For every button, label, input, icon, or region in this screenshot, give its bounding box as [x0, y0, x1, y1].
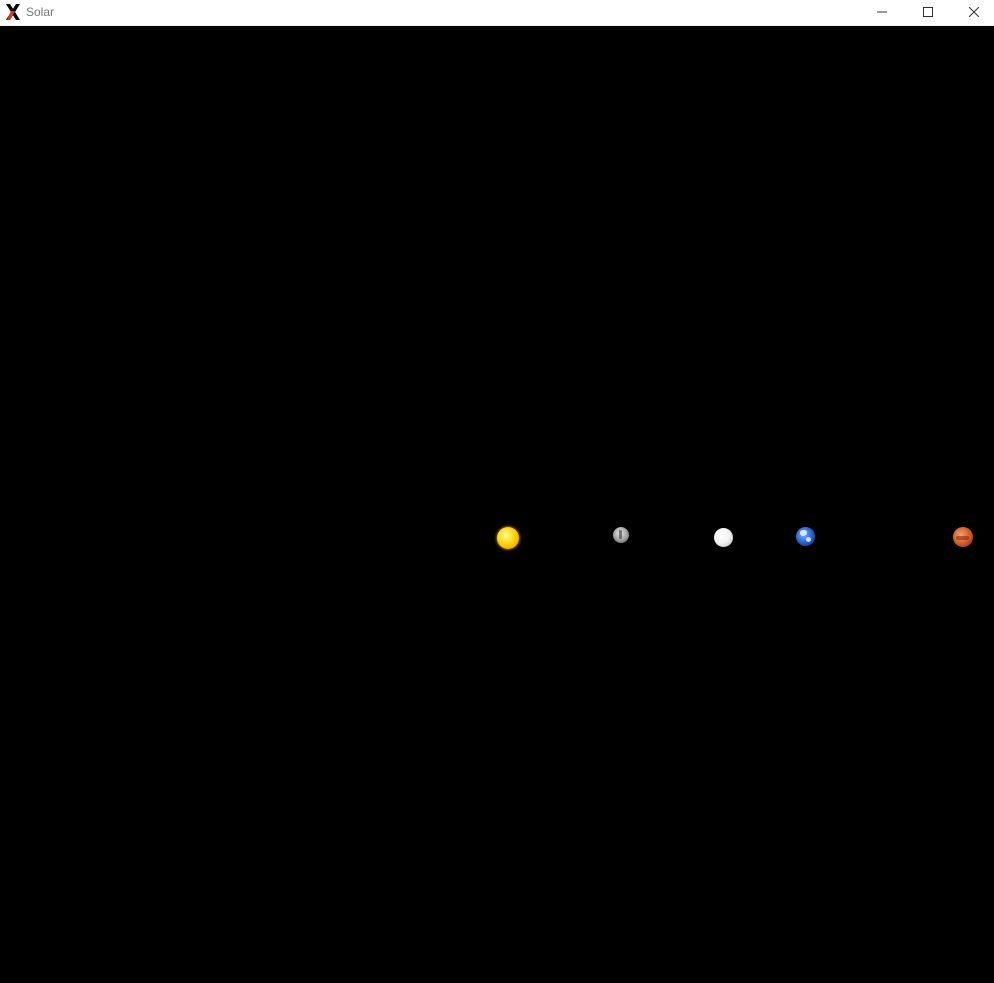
render-canvas[interactable]	[0, 26, 994, 983]
minimize-button[interactable]	[859, 0, 905, 26]
x-window-system-icon	[4, 3, 22, 21]
mars-planet	[953, 527, 973, 547]
close-icon	[968, 4, 980, 22]
title-bar[interactable]: Solar	[0, 0, 994, 26]
mercury-planet	[613, 527, 629, 543]
earth-planet	[796, 527, 815, 546]
maximize-button[interactable]	[905, 0, 951, 26]
solar-window: Solar	[0, 0, 994, 983]
close-button[interactable]	[951, 0, 994, 26]
minimize-icon	[877, 4, 887, 22]
venus-planet	[714, 528, 733, 547]
window-title: Solar	[26, 5, 55, 19]
maximize-icon	[923, 4, 933, 22]
sun	[497, 527, 519, 549]
